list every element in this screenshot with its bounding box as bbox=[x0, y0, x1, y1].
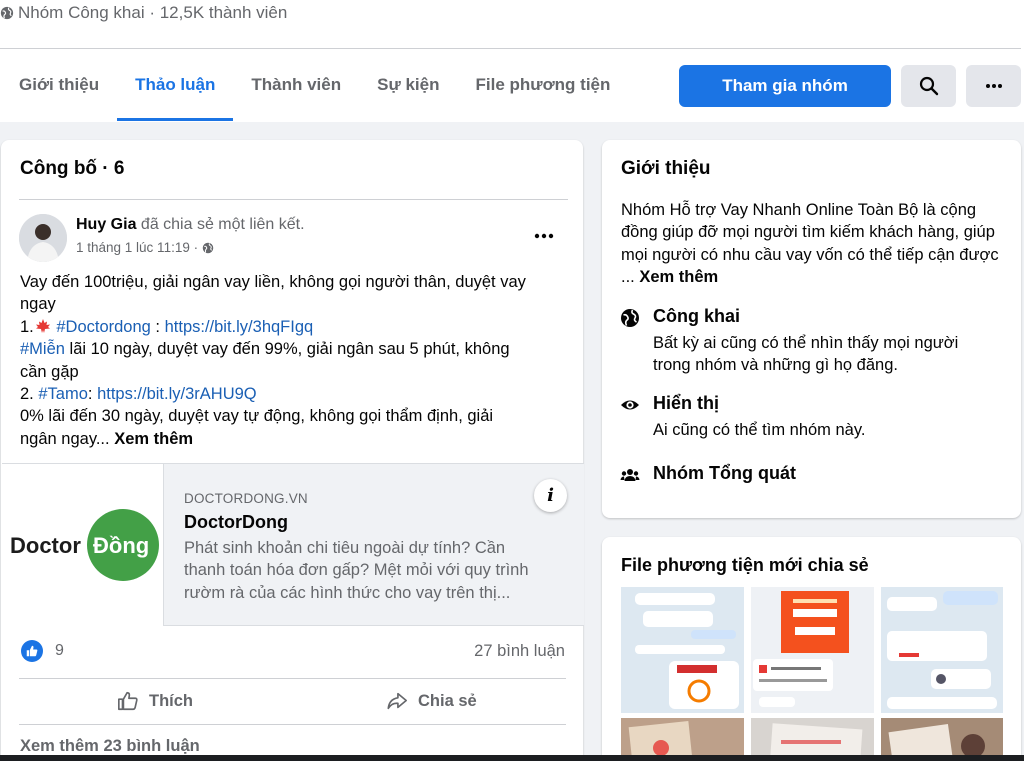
link-title: DoctorDong bbox=[184, 512, 288, 532]
intro-title: Giới thiệu bbox=[621, 158, 711, 179]
more-dots-icon bbox=[534, 233, 554, 239]
comment-count[interactable]: 27 bình luận bbox=[474, 642, 565, 661]
url-link[interactable]: https://bit.ly/3rAHU9Q bbox=[97, 385, 257, 403]
chat-screenshot-image bbox=[881, 587, 1003, 713]
link-description: Phát sinh khoản chi tiêu ngoài dự tính? … bbox=[184, 539, 529, 602]
globe-icon bbox=[202, 242, 214, 253]
join-group-button[interactable]: Tham gia nhóm bbox=[679, 65, 891, 107]
like-button[interactable]: Thích bbox=[117, 686, 193, 716]
group-meta: Nhóm Công khai · 12,5K thành viên bbox=[0, 0, 287, 26]
announcements-title: Công bố · 6 bbox=[20, 158, 125, 179]
view-more-comments[interactable]: Xem thêm 23 bình luận bbox=[20, 737, 200, 756]
maple-leaf-icon bbox=[35, 318, 50, 333]
thumbs-up-icon bbox=[118, 691, 138, 711]
hashtag-link[interactable]: #Miễn bbox=[20, 340, 65, 358]
link-domain: DOCTORDONG.VN bbox=[184, 491, 308, 506]
avatar-image bbox=[19, 214, 67, 262]
intro-card: Giới thiệu Nhóm Hỗ trợ Vay Nhanh Online … bbox=[602, 140, 1021, 518]
post-author-line: Huy Gia đã chia sẻ một liên kết. bbox=[76, 216, 305, 233]
eye-icon bbox=[621, 400, 639, 410]
svg-text:Doctor: Doctor bbox=[10, 533, 81, 558]
group-tabs: Giới thiệu Thảo luận Thành viên Sự kiện … bbox=[0, 49, 628, 121]
see-more-link[interactable]: Xem thêm bbox=[639, 268, 718, 286]
link-thumbnail: Doctor Đồng bbox=[2, 464, 164, 626]
tab-media[interactable]: File phương tiện bbox=[458, 49, 629, 121]
divider bbox=[19, 724, 566, 725]
intro-description: Nhóm Hỗ trợ Vay Nhanh Online Toàn Bộ là … bbox=[621, 201, 999, 287]
media-title: File phương tiện mới chia sẻ bbox=[621, 555, 869, 575]
author-name[interactable]: Huy Gia bbox=[76, 216, 136, 233]
svg-text:Đồng: Đồng bbox=[93, 533, 149, 558]
share-button[interactable]: Chia sẻ bbox=[386, 686, 477, 716]
media-thumbnail[interactable] bbox=[881, 587, 1003, 713]
divider bbox=[19, 199, 568, 200]
reaction-summary[interactable]: 9 bbox=[21, 640, 64, 662]
tab-discussion[interactable]: Thảo luận bbox=[117, 49, 234, 121]
people-icon bbox=[620, 469, 640, 481]
chat-screenshot-image bbox=[621, 587, 744, 713]
more-dots-icon bbox=[985, 84, 1002, 88]
url-link[interactable]: https://bit.ly/3hqFIgq bbox=[165, 318, 314, 336]
media-thumbnail[interactable] bbox=[751, 587, 874, 713]
divider bbox=[19, 678, 566, 679]
hashtag-link[interactable]: #Tamo bbox=[38, 385, 88, 403]
post-text: Vay đến 100triệu, giải ngân vay liền, kh… bbox=[20, 273, 526, 448]
globe-icon bbox=[0, 6, 14, 20]
info-icon[interactable]: i bbox=[534, 479, 567, 512]
author-avatar[interactable] bbox=[19, 214, 67, 262]
tab-about[interactable]: Giới thiệu bbox=[0, 49, 117, 121]
share-icon bbox=[387, 692, 407, 710]
bottom-edge bbox=[0, 755, 1024, 761]
link-preview[interactable]: Doctor Đồng DOCTORDONG.VN DoctorDong Phá… bbox=[2, 463, 584, 626]
tab-members[interactable]: Thành viên bbox=[233, 49, 359, 121]
announcements-card: Công bố · 6 Huy Gia đã chia sẻ một liên … bbox=[1, 140, 584, 761]
see-more-link[interactable]: Xem thêm bbox=[114, 430, 193, 448]
post-timestamp[interactable]: 1 tháng 1 lúc 11:19 · bbox=[76, 240, 214, 255]
app-screenshot-image bbox=[751, 587, 874, 713]
globe-icon bbox=[621, 309, 639, 327]
media-card: File phương tiện mới chia sẻ bbox=[602, 537, 1021, 761]
search-icon bbox=[919, 76, 938, 96]
media-thumbnail[interactable] bbox=[621, 587, 744, 713]
post-options-button[interactable] bbox=[528, 224, 560, 248]
like-reaction-icon bbox=[21, 640, 43, 662]
hashtag-link[interactable]: #Doctordong bbox=[56, 318, 150, 336]
tab-events[interactable]: Sự kiện bbox=[359, 49, 457, 121]
search-button[interactable] bbox=[901, 65, 956, 107]
more-options-button[interactable] bbox=[966, 65, 1021, 107]
doctordong-logo: Doctor Đồng bbox=[10, 509, 159, 581]
